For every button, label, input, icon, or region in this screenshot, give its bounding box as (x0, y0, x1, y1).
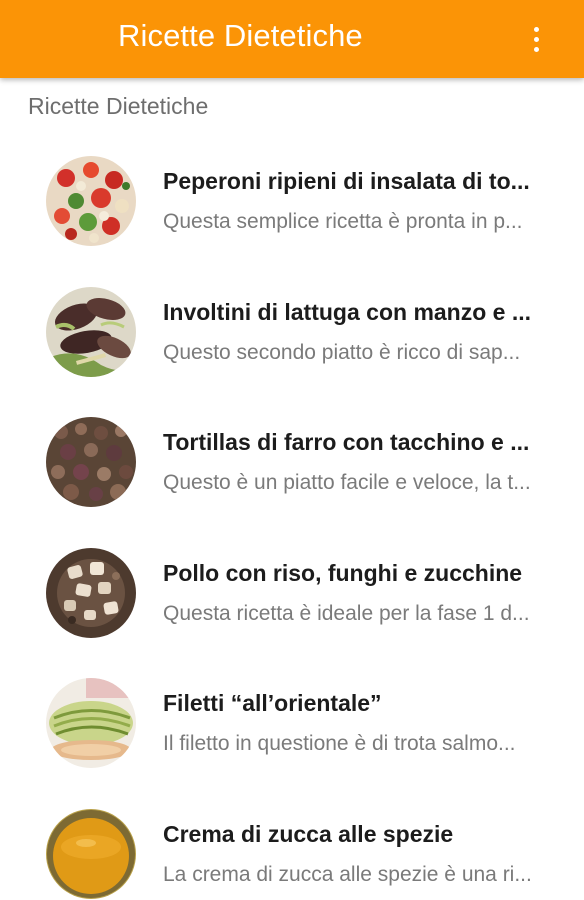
recipe-list-item[interactable]: Pollo con riso, funghi e zucchine Questa… (0, 527, 584, 658)
menu-dot (533, 36, 539, 42)
recipe-thumbnail (46, 286, 136, 377)
recipe-description: Il filetto in questione è di trota salmo… (163, 732, 516, 755)
recipe-list-item[interactable]: Tortillas di farro con tacchino e ... Qu… (0, 396, 584, 527)
app-bar: Ricette Dietetiche (0, 0, 584, 78)
recipe-title: Peperoni ripieni di insalata di to... (163, 168, 530, 194)
recipe-thumbnail (46, 547, 136, 638)
recipe-description: La crema di zucca alle spezie è una ri..… (163, 862, 532, 886)
recipe-list-item[interactable]: Filetti “all’orientale” Il filetto in qu… (0, 657, 584, 788)
recipe-title: Pollo con riso, funghi e zucchine (163, 559, 523, 586)
recipe-title: Crema di zucca alle spezie (163, 820, 454, 847)
recipe-description: Questo secondo piatto è ricco di sap... (163, 340, 521, 364)
recipe-list-item[interactable]: Crema di zucca alle spezie La crema di z… (0, 788, 584, 900)
menu-dot (533, 26, 539, 32)
recipe-thumbnail (46, 156, 136, 246)
app-screen: Ricette Dietetiche Ricette Dietetiche Pe… (0, 0, 584, 900)
recipe-description: Questa semplice ricetta è pronta in p... (163, 210, 523, 233)
app-title: Ricette Dietetiche (118, 18, 363, 53)
stuffed-peppers-salad-photo (46, 156, 136, 246)
spiced-pumpkin-cream-photo (46, 808, 136, 899)
recipe-list-item[interactable]: Involtini di lattuga con manzo e ... Que… (0, 266, 584, 397)
recipe-thumbnail (46, 417, 136, 507)
recipe-title: Tortillas di farro con tacchino e ... (163, 429, 530, 455)
section-header: Ricette Dietetiche (28, 93, 209, 119)
recipe-list-item[interactable]: Peperoni ripieni di insalata di to... Qu… (0, 135, 584, 266)
recipe-description: Questa ricetta è ideale per la fase 1 d.… (163, 601, 530, 625)
chicken-rice-mushroom-photo (46, 547, 136, 638)
more-vert-icon[interactable] (524, 22, 548, 56)
recipe-title: Involtini di lattuga con manzo e ... (163, 298, 532, 325)
recipe-description: Questo è un piatto facile e veloce, la t… (163, 471, 531, 494)
lettuce-beef-rolls-photo (46, 286, 136, 377)
recipe-list: Peperoni ripieni di insalata di to... Qu… (0, 135, 584, 900)
recipe-title: Filetti “all’orientale” (163, 690, 382, 716)
menu-dot (533, 46, 539, 52)
recipe-thumbnail (46, 808, 136, 899)
recipe-thumbnail (46, 678, 136, 768)
spelt-tortillas-turkey-photo (46, 417, 136, 507)
oriental-fillets-photo (46, 678, 136, 768)
